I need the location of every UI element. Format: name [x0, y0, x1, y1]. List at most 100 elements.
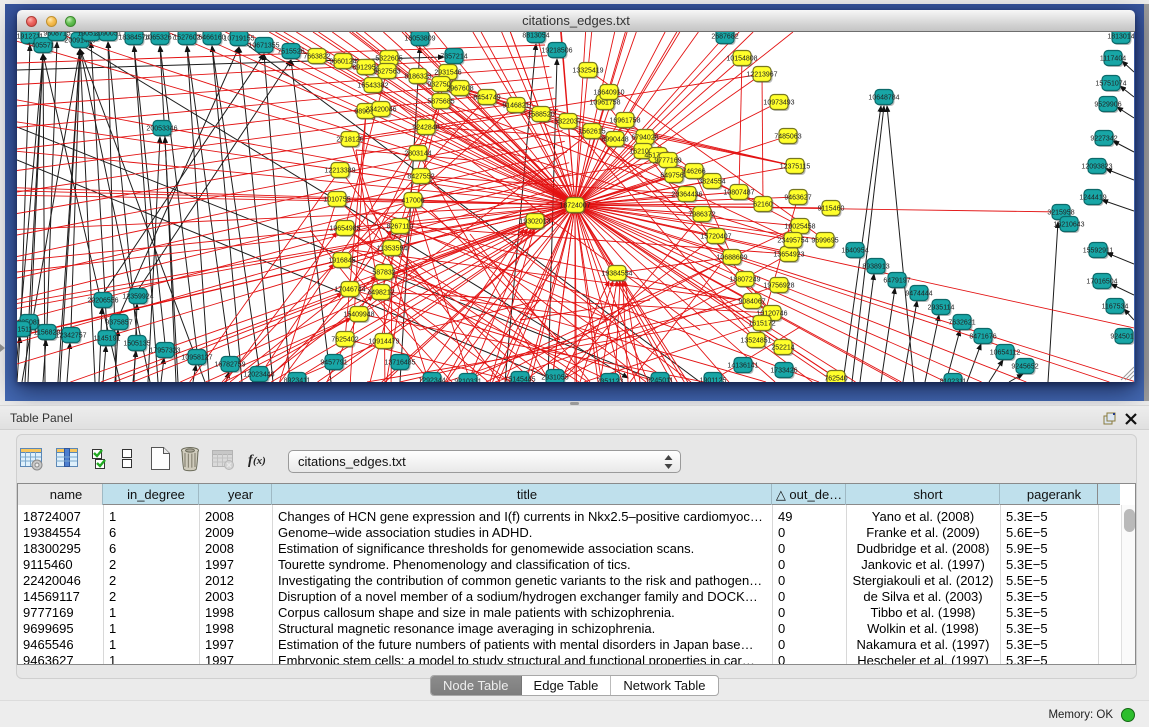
svg-text:20364436: 20364436 [671, 192, 702, 199]
svg-text:10671355: 10671355 [248, 43, 279, 50]
svg-text:20206556: 20206556 [87, 298, 118, 305]
svg-text:19302013: 19302013 [519, 219, 550, 226]
svg-text:16782759: 16782759 [214, 362, 245, 369]
svg-text:1588520: 1588520 [527, 112, 554, 119]
svg-text:12375115: 12375115 [780, 164, 811, 171]
svg-text:23420046: 23420046 [365, 107, 396, 114]
svg-text:3215958: 3215958 [1047, 210, 1074, 217]
svg-text:16053809: 16053809 [404, 36, 435, 43]
svg-text:8471676: 8471676 [969, 334, 996, 341]
svg-text:9245012: 9245012 [1110, 334, 1134, 341]
svg-text:1916845: 1916845 [328, 258, 355, 265]
svg-text:16543382: 16543382 [357, 83, 388, 90]
svg-text:7357214: 7357214 [440, 54, 467, 61]
svg-text:1117404: 1117404 [1100, 56, 1126, 63]
svg-text:2803144: 2803144 [404, 151, 431, 158]
svg-text:2931546: 2931546 [434, 70, 461, 77]
svg-text:3824554: 3824554 [698, 179, 725, 186]
svg-text:12359924: 12359924 [122, 294, 153, 301]
svg-text:15720407: 15720407 [700, 234, 731, 241]
svg-text:10688609: 10688609 [716, 255, 747, 262]
svg-text:9227342: 9227342 [1090, 136, 1117, 143]
svg-text:6794028: 6794028 [631, 135, 658, 142]
svg-text:12093823: 12093823 [1081, 164, 1112, 171]
svg-text:5322605: 5322605 [375, 56, 402, 63]
svg-text:9474444: 9474444 [905, 291, 932, 298]
svg-text:10025458: 10025458 [784, 224, 815, 231]
svg-text:9245652: 9245652 [1011, 364, 1038, 371]
svg-text:10653267: 10653267 [144, 35, 175, 42]
svg-text:1813014: 1813014 [1107, 34, 1134, 41]
svg-text:13654923: 13654923 [773, 252, 804, 259]
svg-text:9777169: 9777169 [654, 158, 681, 165]
svg-text:18807249: 18807249 [729, 277, 760, 284]
svg-text:13524851: 13524851 [740, 338, 771, 345]
svg-text:6466160: 6466160 [198, 35, 225, 42]
svg-text:2935114: 2935114 [928, 305, 955, 312]
svg-text:5322037: 5322037 [554, 119, 581, 126]
svg-text:2967608: 2967608 [446, 86, 473, 93]
svg-text:1505135: 1505135 [123, 341, 150, 348]
svg-text:14055714: 14055714 [27, 43, 58, 50]
svg-text:7632621: 7632621 [948, 320, 975, 327]
svg-text:9627563: 9627563 [373, 69, 400, 76]
svg-text:1640954: 1640954 [841, 248, 868, 255]
svg-text:12023448: 12023448 [243, 372, 274, 379]
svg-text:17046744: 17046744 [334, 287, 365, 294]
svg-text:10654112: 10654112 [990, 350, 1021, 357]
svg-text:1244419: 1244419 [1079, 195, 1106, 202]
svg-text:9146821: 9146821 [502, 103, 529, 110]
svg-text:17016504: 17016504 [1086, 279, 1117, 286]
svg-text:8267110: 8267110 [387, 224, 414, 231]
svg-text:12213389: 12213389 [324, 168, 355, 175]
svg-text:8813054: 8813054 [522, 33, 549, 40]
svg-text:7663822: 7663822 [303, 54, 330, 61]
svg-text:7351123: 7351123 [597, 379, 624, 383]
svg-text:9463627: 9463627 [784, 195, 811, 202]
svg-text:1615172: 1615172 [748, 321, 775, 328]
svg-text:1167534: 1167534 [1102, 304, 1129, 311]
svg-text:20053346: 20053346 [146, 126, 177, 133]
svg-text:10914479: 10914479 [368, 339, 399, 346]
svg-text:8427552: 8427552 [407, 174, 434, 181]
svg-text:4498212: 4498212 [367, 290, 394, 297]
svg-text:1562615: 1562615 [578, 129, 605, 136]
svg-text:10958127: 10958127 [181, 355, 212, 362]
svg-text:9242848: 9242848 [412, 125, 439, 132]
svg-text:15751074: 15751074 [1095, 81, 1126, 88]
svg-text:10807487: 10807487 [723, 190, 754, 197]
svg-text:1527602: 1527602 [173, 35, 200, 42]
svg-text:16961758: 16961758 [609, 118, 640, 125]
svg-text:1010755: 1010755 [323, 197, 350, 204]
svg-text:9245011: 9245011 [647, 378, 674, 383]
svg-text:8454749: 8454749 [473, 95, 500, 102]
svg-text:8990448: 8990448 [601, 137, 628, 144]
svg-text:19218506: 19218506 [541, 48, 572, 55]
svg-text:62160: 62160 [753, 202, 773, 209]
svg-text:1292344: 1292344 [418, 378, 445, 383]
svg-text:19654985: 19654985 [329, 226, 360, 233]
svg-text:11353594: 11353594 [377, 246, 408, 253]
svg-text:1733426: 1733426 [770, 368, 797, 375]
svg-text:8938913: 8938913 [862, 264, 889, 271]
svg-text:12342757: 12342757 [55, 333, 86, 340]
svg-text:252214: 252214 [771, 345, 794, 352]
svg-text:15409948: 15409948 [343, 312, 374, 319]
svg-text:10719155: 10719155 [223, 36, 254, 43]
svg-text:6479197: 6479197 [883, 278, 910, 285]
svg-text:18724007: 18724007 [559, 203, 590, 210]
svg-text:7515526: 7515526 [277, 49, 304, 56]
svg-text:9699695: 9699695 [811, 238, 838, 245]
svg-text:1901125: 1901125 [700, 378, 727, 383]
svg-text:9375857: 9375857 [105, 320, 132, 327]
svg-text:19756928: 19756928 [763, 283, 794, 290]
svg-text:16210643: 16210643 [1053, 222, 1084, 229]
svg-text:17957323: 17957323 [149, 348, 180, 355]
svg-text:9210331: 9210331 [454, 379, 481, 383]
svg-text:2718126: 2718126 [336, 137, 363, 144]
svg-text:23495754: 23495754 [777, 238, 808, 245]
svg-text:8186323: 8186323 [404, 74, 431, 81]
svg-text:(x): (x) [253, 455, 266, 467]
svg-text:7485063: 7485063 [774, 134, 801, 141]
svg-text:2687682: 2687682 [711, 34, 738, 41]
